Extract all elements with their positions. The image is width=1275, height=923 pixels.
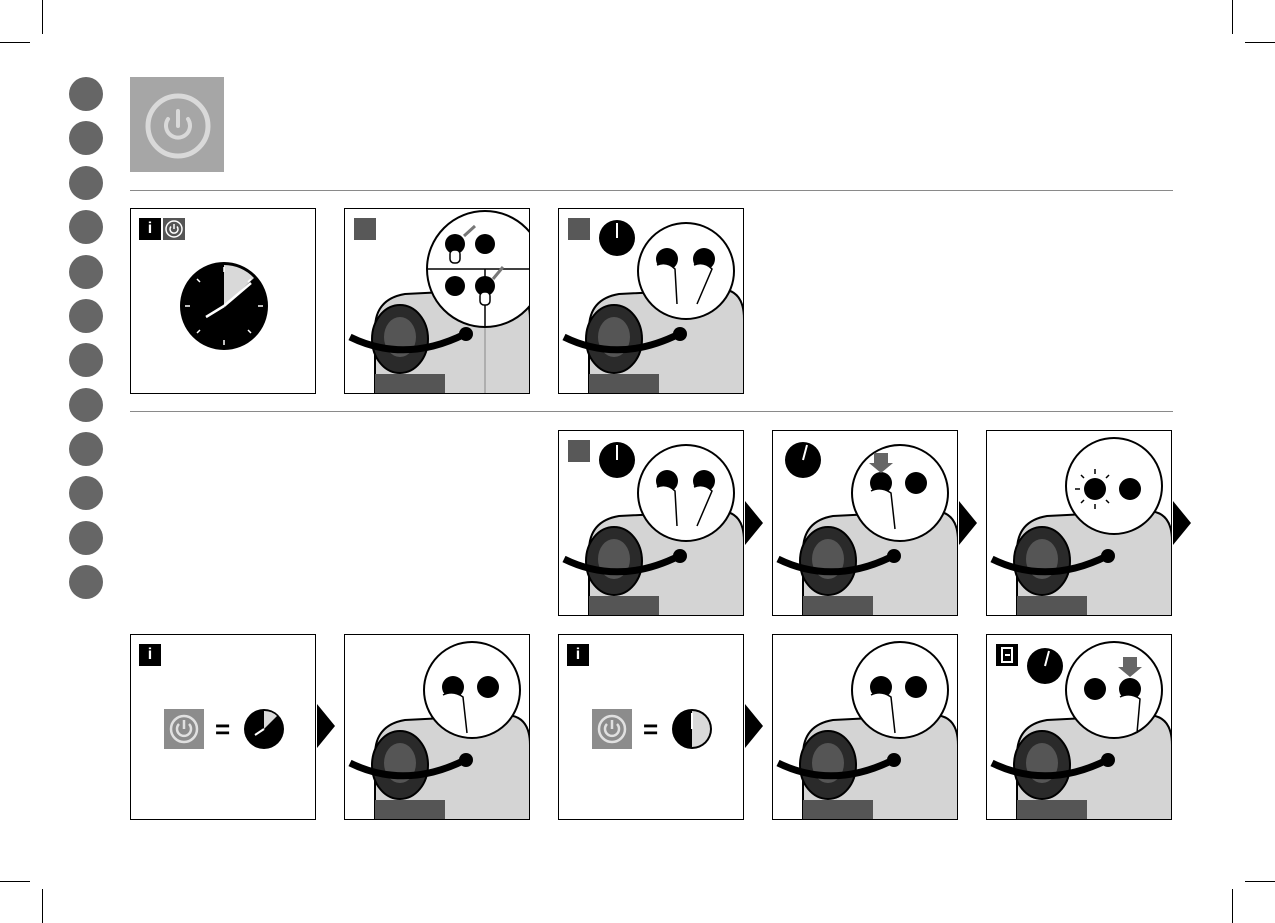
crop-mark xyxy=(1245,42,1275,43)
coffee-machine-illustration xyxy=(562,442,743,615)
next-arrow-icon xyxy=(1173,501,1191,545)
panel-hold-both xyxy=(558,208,744,394)
section-dot[interactable] xyxy=(69,521,103,555)
timer-icon xyxy=(244,709,284,749)
crop-mark xyxy=(0,42,30,43)
panel-hold-both-step xyxy=(558,430,744,616)
section-dot[interactable] xyxy=(69,476,103,510)
coffee-machine-illustration xyxy=(562,220,743,393)
next-arrow-icon xyxy=(317,704,335,748)
section-dot[interactable] xyxy=(69,299,103,333)
panel-press-espresso-2 xyxy=(772,634,958,820)
section-dot[interactable] xyxy=(69,432,103,466)
crop-mark xyxy=(42,889,43,923)
section-dot[interactable] xyxy=(69,565,103,599)
panel-exit-lungo xyxy=(986,634,1172,820)
crop-mark xyxy=(1232,0,1233,34)
crop-mark xyxy=(42,0,43,34)
crop-mark xyxy=(1245,881,1275,882)
coffee-machine-illustration xyxy=(990,437,1171,615)
panel-press-espresso-1 xyxy=(344,634,530,820)
header-power-tile xyxy=(130,77,224,172)
crop-mark xyxy=(0,881,30,882)
coffee-machine-illustration xyxy=(348,641,529,819)
panel-press-espresso xyxy=(772,430,958,616)
timer-icon xyxy=(672,709,712,749)
next-arrow-icon xyxy=(745,704,763,748)
section-dot[interactable] xyxy=(69,210,103,244)
coffee-machine-illustration xyxy=(776,641,957,819)
panel-info-timer: i xyxy=(130,208,316,394)
divider xyxy=(130,190,1173,191)
timer-icon xyxy=(180,262,268,350)
section-dot[interactable] xyxy=(69,166,103,200)
panel-button-check xyxy=(344,208,530,394)
divider xyxy=(130,411,1173,412)
power-icon xyxy=(145,93,211,159)
panel-espresso-blinks xyxy=(986,430,1172,616)
section-dot[interactable] xyxy=(69,343,103,377)
section-dot[interactable] xyxy=(69,77,103,111)
next-arrow-icon xyxy=(745,501,763,545)
section-dot[interactable] xyxy=(69,255,103,289)
coffee-machine-illustration xyxy=(348,210,529,393)
section-dot[interactable] xyxy=(69,388,103,422)
panel-info-equals-2: i = xyxy=(558,634,744,820)
next-arrow-icon xyxy=(959,501,977,545)
panel-info-equals-1: i = xyxy=(130,634,316,820)
coffee-machine-illustration xyxy=(776,442,957,615)
coffee-machine-illustration xyxy=(990,641,1171,819)
crop-mark xyxy=(1232,889,1233,923)
section-dot[interactable] xyxy=(69,121,103,155)
